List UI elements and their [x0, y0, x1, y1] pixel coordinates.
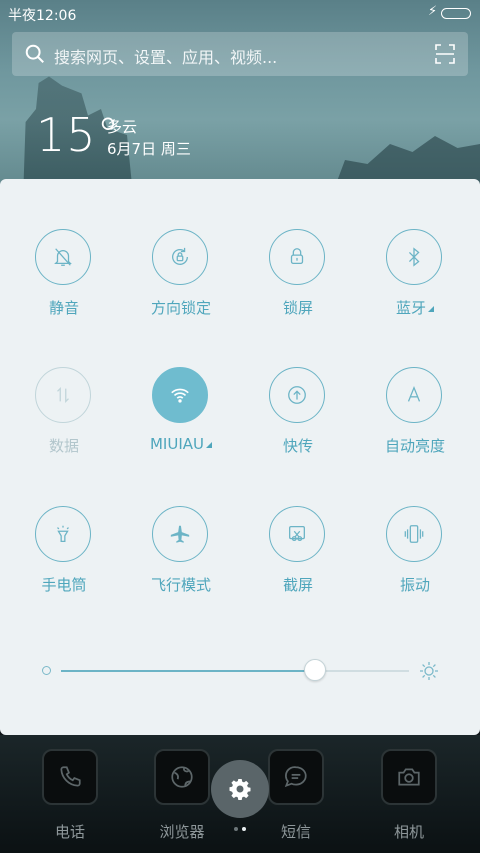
browser-icon: [154, 749, 210, 805]
bluetooth-icon: [386, 229, 442, 285]
expand-indicator-icon: [428, 306, 434, 312]
brightness-high-icon: [420, 662, 438, 680]
expand-indicator-icon: [206, 442, 212, 448]
toggle-label: 蓝牙: [395, 299, 426, 317]
rotation-lock-icon: [152, 229, 208, 285]
search-icon: [25, 44, 44, 63]
auto-brightness-icon: [386, 367, 442, 423]
camera-icon: [381, 749, 437, 805]
page-indicator: [232, 827, 248, 833]
toggle-label: 方向锁定: [150, 299, 211, 317]
quick-transfer-icon: [269, 367, 325, 423]
toggle-label: 飞行模式: [150, 576, 211, 594]
wifi-icon: [152, 367, 208, 423]
mobile-data-icon: [35, 367, 91, 423]
wallpaper: [0, 0, 480, 200]
toggle-rotation-lock[interactable]: 方向锁定: [126, 229, 236, 339]
search-bar[interactable]: 搜索网页、设置、应用、视频...: [12, 32, 468, 76]
dock-label: 相机: [393, 823, 424, 841]
silent-bell-icon: [35, 229, 91, 285]
status-time: 半夜12:06: [8, 8, 77, 24]
dock-app-phone[interactable]: 电话: [25, 735, 115, 845]
airplane-icon: [152, 506, 208, 562]
toggle-label: 数据: [48, 437, 79, 455]
search-input[interactable]: 搜索网页、设置、应用、视频...: [54, 44, 277, 68]
status-bar: 半夜12:06 ⚡: [0, 0, 480, 28]
phone-icon: [42, 749, 98, 805]
dock-app-camera[interactable]: 相机: [364, 735, 454, 845]
toggle-airplane-mode[interactable]: 飞行模式: [126, 506, 236, 616]
toggle-label-wrap: MIUIAU: [126, 435, 236, 453]
settings-button[interactable]: [211, 760, 269, 818]
battery-icon: [441, 8, 471, 19]
screenshot-icon: [269, 506, 325, 562]
toggle-label: 自动亮度: [384, 437, 445, 455]
flashlight-icon: [35, 506, 91, 562]
toggle-lock-screen[interactable]: 锁屏: [243, 229, 353, 339]
dock-label: 浏览器: [159, 823, 205, 841]
toggle-label: 振动: [399, 576, 430, 594]
toggle-silent[interactable]: 静音: [9, 229, 119, 339]
toggle-label: 静音: [48, 299, 79, 317]
toggle-mobile-data[interactable]: 数据: [9, 367, 119, 477]
toggle-bluetooth[interactable]: 蓝牙: [360, 229, 470, 339]
toggle-auto-brightness[interactable]: 自动亮度: [360, 367, 470, 477]
toggle-label: 截屏: [282, 576, 313, 594]
toggle-flashlight[interactable]: 手电筒: [9, 506, 119, 616]
gear-icon: [229, 779, 251, 800]
toggle-label: MIUIAU: [149, 435, 204, 453]
brightness-slider-thumb[interactable]: [304, 659, 327, 681]
toggle-quick-transfer[interactable]: 快传: [243, 367, 353, 477]
brightness-low-icon: [42, 666, 51, 675]
toggle-label: 锁屏: [282, 299, 313, 317]
charging-icon: ⚡: [428, 4, 438, 19]
toggle-vibrate[interactable]: 振动: [360, 506, 470, 616]
message-icon: [268, 749, 324, 805]
scan-icon[interactable]: [435, 44, 455, 64]
page-dot: [234, 827, 238, 831]
lock-icon: [269, 229, 325, 285]
toggle-screenshot[interactable]: 截屏: [243, 506, 353, 616]
page-dot: [242, 827, 246, 831]
dock-label: 电话: [54, 823, 85, 841]
toggle-wifi[interactable]: MIUIAU: [126, 367, 236, 477]
vibrate-icon: [386, 506, 442, 562]
toggle-label-wrap: 蓝牙: [360, 297, 470, 318]
dock-label: 短信: [280, 823, 311, 841]
toggle-label: 手电筒: [41, 576, 87, 594]
brightness-slider-fill: [61, 670, 316, 672]
weather-date: 6月7日 周三: [107, 140, 191, 158]
toggle-label: 快传: [282, 437, 313, 455]
weather-condition: 多云: [107, 118, 138, 136]
